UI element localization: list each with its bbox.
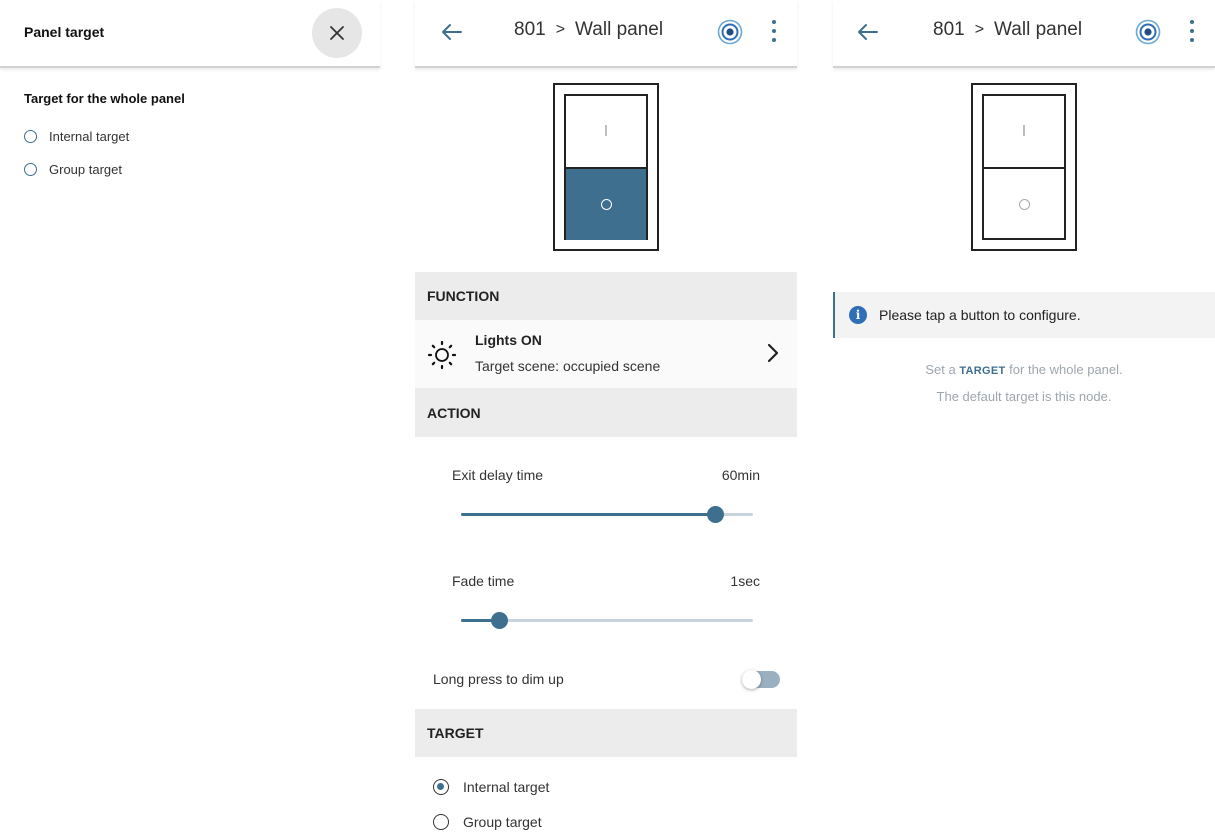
exit-delay-slider[interactable]	[461, 506, 753, 523]
breadcrumb-node[interactable]: 801	[933, 19, 965, 41]
switch-button-bottom[interactable]	[984, 169, 1064, 240]
breadcrumb-page: Wall panel	[994, 19, 1083, 40]
slider-thumb[interactable]	[490, 612, 508, 629]
function-detail: Target scene: occupied scene	[475, 358, 661, 374]
close-icon	[330, 26, 344, 40]
radio-label: Group target	[463, 814, 542, 830]
slider-thumb[interactable]	[707, 506, 725, 523]
on-symbol: I	[603, 122, 609, 140]
breadcrumb-page: Wall panel	[575, 19, 664, 40]
on-symbol: I	[1021, 122, 1027, 140]
app-header: 801 > Wall panel	[415, 0, 797, 68]
section-title: Target for the whole panel	[24, 91, 185, 106]
radio-button[interactable]	[433, 814, 449, 830]
hint-line-1: Set a TARGET for the whole panel.	[833, 362, 1215, 377]
target-section-header: TARGET	[415, 709, 797, 757]
wall-panel-config-screen: 801 > Wall panel I FUNCTION Lights ON Ta…	[415, 0, 797, 833]
info-icon: i	[849, 306, 867, 324]
sun-icon	[427, 340, 457, 370]
switch-button-top[interactable]: I	[984, 96, 1064, 169]
breadcrumb-separator: >	[974, 21, 985, 38]
radio-group-target[interactable]: Group target	[24, 162, 122, 177]
radio-label: Group target	[49, 162, 122, 177]
switch-rocker: I	[564, 94, 648, 240]
wall-panel-unconfigured-screen: 801 > Wall panel I i Please tap a button…	[833, 0, 1215, 833]
radio-label: Internal target	[463, 779, 550, 795]
function-name: Lights ON	[475, 332, 542, 348]
radio-button[interactable]	[433, 779, 449, 795]
exit-delay-label: Exit delay time	[452, 467, 544, 483]
slider-fill	[461, 513, 716, 516]
wall-switch-illustration: I	[971, 83, 1077, 251]
close-button[interactable]	[312, 8, 362, 58]
radio-button[interactable]	[24, 130, 37, 143]
panel-target-title: Panel target	[24, 24, 105, 40]
fade-time-label: Fade time	[452, 573, 515, 589]
app-header: 801 > Wall panel	[833, 0, 1215, 68]
function-section-header: FUNCTION	[415, 272, 797, 320]
off-symbol-icon	[1018, 199, 1030, 210]
hint-prefix: Set a	[925, 362, 956, 377]
switch-rocker: I	[982, 94, 1066, 240]
back-arrow-icon[interactable]	[857, 22, 879, 42]
info-banner: i Please tap a button to configure.	[833, 292, 1215, 338]
hint-suffix: for the whole panel.	[1009, 362, 1123, 377]
radio-group-target[interactable]: Group target	[433, 814, 542, 830]
long-press-label: Long press to dim up	[433, 671, 564, 687]
switch-button-top[interactable]: I	[566, 96, 646, 169]
radio-internal-target[interactable]: Internal target	[433, 779, 549, 795]
chevron-right-icon	[767, 343, 779, 363]
info-message: Please tap a button to configure.	[879, 307, 1081, 323]
hint-line-2: The default target is this node.	[936, 389, 1112, 404]
more-options-icon[interactable]	[1189, 20, 1195, 42]
wall-switch-illustration: I	[553, 83, 659, 251]
toggle-knob	[742, 670, 761, 689]
fade-time-value: 1sec	[730, 573, 760, 589]
long-press-toggle[interactable]	[742, 670, 780, 689]
radio-label: Internal target	[49, 129, 130, 144]
radio-internal-target[interactable]: Internal target	[24, 129, 129, 144]
radio-button[interactable]	[24, 163, 37, 176]
breadcrumb: 801 > Wall panel	[514, 19, 663, 41]
more-options-icon[interactable]	[771, 20, 777, 42]
breadcrumb-separator: >	[555, 21, 566, 38]
function-row[interactable]: Lights ON Target scene: occupied scene	[415, 320, 797, 388]
off-symbol-icon	[600, 199, 612, 210]
target-link[interactable]: TARGET	[959, 365, 1005, 377]
breadcrumb-node[interactable]: 801	[514, 19, 546, 41]
panel-target-sheet: Panel target Target for the whole panel …	[0, 0, 380, 833]
target-icon[interactable]	[717, 19, 743, 45]
back-arrow-icon[interactable]	[441, 22, 463, 42]
target-icon[interactable]	[1135, 19, 1161, 45]
exit-delay-value: 60min	[721, 467, 760, 483]
panel-target-header: Panel target	[0, 0, 380, 68]
switch-button-bottom[interactable]	[566, 169, 646, 240]
action-section-header: ACTION	[415, 388, 797, 437]
fade-time-slider[interactable]	[461, 612, 753, 629]
breadcrumb: 801 > Wall panel	[933, 19, 1082, 41]
